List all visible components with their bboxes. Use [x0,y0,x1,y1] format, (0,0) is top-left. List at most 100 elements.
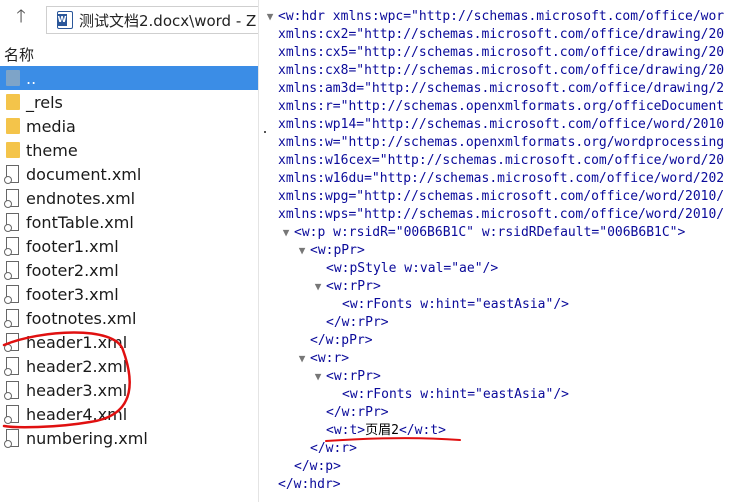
file-icon [4,261,19,280]
file-name: footnotes.xml [26,308,137,328]
xml-code: <w:pStyle w:val="ae"/> [326,261,499,276]
collapse-toggle-icon[interactable]: ▼ [294,242,310,260]
file-name: .. [26,68,37,88]
xml-line: <w:rFonts w:hint="eastAsia"/> [262,386,744,404]
file-name: header3.xml [26,380,128,400]
xml-code: </w:hdr> [278,477,341,492]
xml-code: <w:rPr> [326,369,381,384]
file-list-item[interactable]: fontTable.xml [0,210,258,234]
collapse-toggle-icon[interactable]: ▼ [294,350,310,368]
file-name: footer1.xml [26,236,119,256]
xml-line: xmlns:wps="http://schemas.microsoft.com/… [262,206,744,224]
xml-code: xmlns:wpg="http://schemas.microsoft.com/… [278,189,725,204]
xml-line: xmlns:am3d="http://schemas.microsoft.com… [262,80,744,98]
file-icon [4,381,19,400]
file-name: header4.xml [26,404,128,424]
collapse-toggle-icon[interactable]: ▼ [262,8,278,26]
file-list-item[interactable]: _rels [0,90,258,114]
collapse-toggle-icon[interactable]: ▼ [310,368,326,386]
xml-line: <w:t>页眉2</w:t> [262,422,744,440]
xml-line: ▼ <w:rPr> [262,368,744,386]
file-name: endnotes.xml [26,188,136,208]
file-icon [4,165,19,184]
xml-viewer: ▼ <w:hdr xmlns:wpc="http://schemas.micros… [262,8,744,494]
xml-code: </w:pPr> [310,333,373,348]
xml-code: xmlns:w="http://schemas.openxmlformats.o… [278,135,725,150]
arrow-up-icon: 🡑 [16,6,26,27]
xml-code: </w:rPr> [326,315,389,330]
file-icon [4,429,19,448]
file-list-item[interactable]: header3.xml [0,378,258,402]
file-icon [4,189,19,208]
xml-code: xmlns:w16du="http://schemas.microsoft.co… [278,171,725,186]
file-icon [4,357,19,376]
file-icon [4,405,19,424]
xml-code: </w:r> [310,441,357,456]
file-name: document.xml [26,164,142,184]
file-list-item[interactable]: theme [0,138,258,162]
xml-close-tag: </w:t> [398,423,446,438]
folder-icon [6,118,20,134]
file-list-item[interactable]: numbering.xml [0,426,258,450]
xml-code: <w:rFonts w:hint="eastAsia"/> [342,387,569,402]
file-list-item[interactable]: footer1.xml [0,234,258,258]
file-name: numbering.xml [26,428,148,448]
file-list-item[interactable]: header1.xml [0,330,258,354]
xml-code: <w:t> [326,423,366,438]
xml-line: </w:r> [262,440,744,458]
file-browser-pane: 🡑 测试文档2.docx\word - Z 名称 .. _relsmedia the… [0,0,258,502]
xml-code: </w:p> [294,459,341,474]
xml-line: xmlns:r="http://schemas.openxmlformats.o… [262,98,744,116]
xml-code: xmlns:wps="http://schemas.microsoft.com/… [278,207,725,222]
file-name: media [26,116,76,136]
collapse-toggle-icon[interactable]: ▼ [278,224,294,242]
file-list-item[interactable]: footnotes.xml [0,306,258,330]
xml-line: xmlns:wpg="http://schemas.microsoft.com/… [262,188,744,206]
xml-code: xmlns:r="http://schemas.openxmlformats.o… [278,99,725,114]
address-bar[interactable]: 测试文档2.docx\word - Z [46,6,258,34]
toolbar: 🡑 测试文档2.docx\word - Z [0,0,258,40]
file-list: .. _relsmedia theme document.xml endnotes.xm… [0,66,258,450]
file-list-item[interactable]: endnotes.xml [0,186,258,210]
up-button[interactable]: 🡑 [10,6,32,30]
xml-line: xmlns:cx8="http://schemas.microsoft.com/… [262,62,744,80]
pane-divider[interactable] [258,0,259,502]
collapse-toggle-icon[interactable]: ▼ [310,278,326,296]
xml-code: <w:pPr> [310,243,365,258]
file-name: fontTable.xml [26,212,134,232]
xml-line: ▼ <w:hdr xmlns:wpc="http://schemas.micros… [262,8,744,26]
xml-line: </w:rPr> [262,404,744,422]
xml-code: <w:rPr> [326,279,381,294]
address-text: 测试文档2.docx\word - Z [79,11,257,30]
xml-code: <w:r> [310,351,350,366]
xml-line: ▼ <w:r> [262,350,744,368]
file-name: header1.xml [26,332,128,352]
file-list-item[interactable]: header4.xml [0,402,258,426]
file-list-item[interactable]: document.xml [0,162,258,186]
xml-line: ▼ <w:rPr> [262,278,744,296]
xml-code: </w:rPr> [326,405,389,420]
xml-code: xmlns:cx8="http://schemas.microsoft.com/… [278,63,725,78]
file-list-item[interactable]: footer2.xml [0,258,258,282]
xml-code: <w:rFonts w:hint="eastAsia"/> [342,297,569,312]
folder-icon [6,94,20,110]
file-list-item[interactable]: media [0,114,258,138]
xml-line: </w:pPr> [262,332,744,350]
folder-up-icon [6,70,20,86]
xml-line: xmlns:cx2="http://schemas.microsoft.com/… [262,26,744,44]
xml-line: <w:rFonts w:hint="eastAsia"/> [262,296,744,314]
file-name: theme [26,140,78,160]
xml-text-content: 页眉2 [365,423,399,438]
name-column-header[interactable]: 名称 [4,44,34,65]
xml-line: </w:rPr> [262,314,744,332]
xml-code: <w:hdr xmlns:wpc="http://schemas.microso… [278,9,725,24]
xml-line: xmlns:w="http://schemas.openxmlformats.o… [262,134,744,152]
word-document-icon [57,11,73,29]
file-icon [4,309,19,328]
file-list-item[interactable]: .. [0,66,258,90]
file-list-item[interactable]: footer3.xml [0,282,258,306]
xml-code: xmlns:cx2="http://schemas.microsoft.com/… [278,27,725,42]
file-name: footer2.xml [26,260,119,280]
file-name: _rels [26,92,63,112]
file-list-item[interactable]: header2.xml [0,354,258,378]
